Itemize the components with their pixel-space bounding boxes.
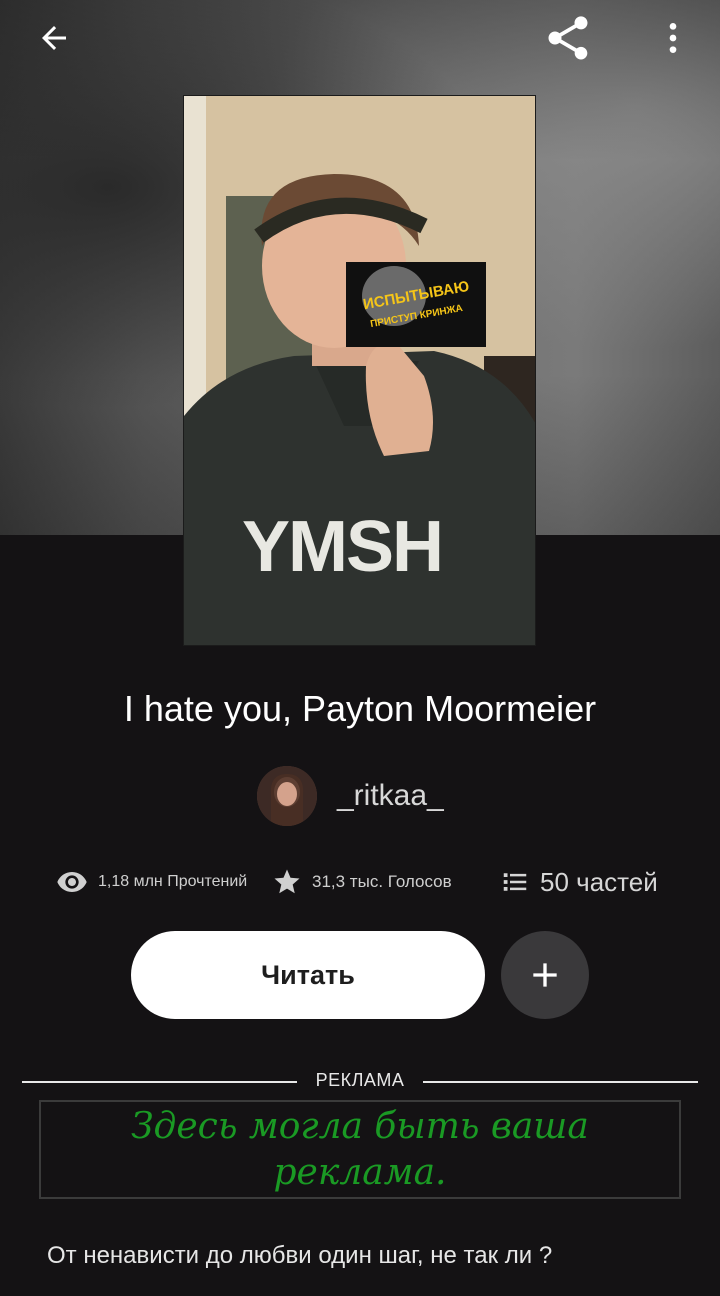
more-vertical-icon: [669, 23, 677, 53]
star-icon: [274, 869, 300, 894]
votes-stat: 31,3 тыс. Голосов: [272, 860, 452, 904]
more-options-button[interactable]: [645, 10, 701, 66]
story-stats: 1,18 млн Прочтений 31,3 тыс. Голосов 50 …: [0, 860, 720, 904]
read-button[interactable]: Читать: [131, 931, 485, 1019]
story-title: I hate you, Payton Moormeier: [123, 688, 597, 729]
ad-divider-line-left: [22, 1081, 297, 1083]
story-description: От ненависти до любви один шаг, не так л…: [47, 1242, 553, 1269]
parts-count[interactable]: 50 частей: [540, 867, 658, 898]
ad-label: РЕКЛАМА: [315, 1070, 405, 1090]
back-button[interactable]: [26, 10, 82, 66]
plus-icon: [533, 963, 557, 987]
ad-placeholder-line1: Здесь могла быть ваша: [131, 1106, 589, 1147]
ad-divider-line-right: [423, 1081, 698, 1083]
add-to-library-button[interactable]: [501, 931, 589, 1019]
parts-stat[interactable]: 50 частей: [500, 860, 658, 904]
eye-icon: [57, 872, 87, 892]
ad-divider: РЕКЛАМА: [22, 1070, 698, 1094]
cover-shirt-text: YMSH: [242, 507, 442, 587]
reads-stat: 1,18 млн Прочтений: [56, 860, 247, 904]
author-link[interactable]: _ritkaa_: [257, 765, 444, 827]
ad-placeholder-line2: реклама.: [273, 1152, 447, 1193]
top-app-bar: [0, 0, 720, 80]
ad-placeholder[interactable]: Здесь могла быть ваша реклама.: [39, 1100, 681, 1199]
cover-sticker: ИСПЫТЫВАЮ ПРИСТУП КРИНЖА: [346, 262, 486, 347]
story-cover-image[interactable]: YMSH ИСПЫТЫВАЮ ПРИСТУП КРИНЖА: [183, 95, 536, 646]
reads-count: 1,18 млн Прочтений: [98, 873, 248, 890]
author-name[interactable]: _ritkaa_: [337, 779, 444, 813]
list-icon: [503, 873, 527, 891]
back-arrow-icon: [42, 26, 66, 50]
votes-count: 31,3 тыс. Голосов: [312, 872, 452, 891]
share-button[interactable]: [540, 10, 596, 66]
share-icon: [548, 16, 588, 60]
avatar[interactable]: [257, 766, 317, 826]
